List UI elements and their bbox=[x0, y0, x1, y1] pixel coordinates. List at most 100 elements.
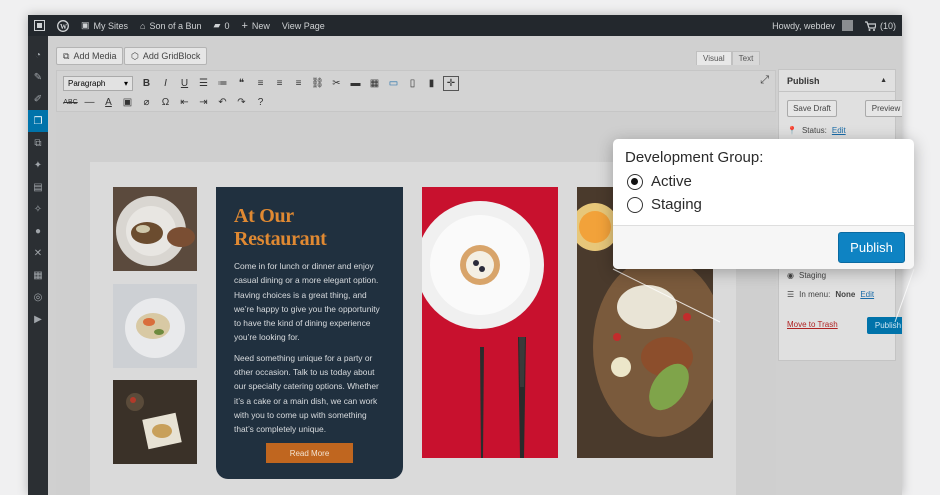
numbered-list-icon[interactable]: ≔ bbox=[213, 78, 232, 89]
forms-icon[interactable]: ▤ bbox=[28, 176, 48, 198]
seo-icon[interactable]: ◎ bbox=[28, 286, 48, 308]
new-content-menu[interactable]: + New bbox=[235, 15, 275, 36]
add-media-label: Add Media bbox=[73, 51, 117, 61]
popup-footer: Publish bbox=[613, 225, 914, 269]
read-more-button[interactable]: Read More bbox=[266, 443, 353, 463]
site-switch-button[interactable] bbox=[28, 15, 51, 36]
bold-icon[interactable]: B bbox=[137, 78, 156, 89]
radio-icon[interactable] bbox=[627, 173, 643, 190]
blockquote-icon[interactable]: ❝ bbox=[232, 78, 251, 89]
horizontal-line-icon[interactable]: — bbox=[80, 97, 99, 108]
move-to-trash-link[interactable]: Move to Trash bbox=[787, 320, 838, 329]
admin-sidebar: ◔ ✎ ✐ ❐ ⧉ ✦ ▤ ✧ ● ✕ ▦ ◎ ▶ bbox=[28, 36, 48, 495]
option-active[interactable]: Active bbox=[627, 173, 692, 190]
status-edit-link[interactable]: Edit bbox=[832, 126, 846, 135]
plus-icon: + bbox=[241, 19, 248, 32]
text-color-icon[interactable]: A bbox=[99, 97, 118, 108]
dessert-photo bbox=[422, 187, 558, 458]
clear-formatting-icon[interactable]: ⌀ bbox=[137, 97, 156, 108]
my-sites-label: My Sites bbox=[93, 20, 129, 31]
move-icon[interactable]: ✛ bbox=[443, 75, 459, 91]
site-name-menu[interactable]: ⌂ Son of a Bun bbox=[134, 15, 207, 36]
status-label: Status: bbox=[801, 126, 827, 135]
gridblock-icon[interactable]: ⧉ bbox=[28, 132, 48, 154]
redo-icon[interactable]: ↷ bbox=[232, 97, 251, 108]
add-gridblock-label: Add GridBlock bbox=[142, 51, 201, 61]
tab-text[interactable]: Text bbox=[731, 51, 761, 65]
option-staging[interactable]: Staging bbox=[627, 196, 702, 213]
save-draft-button[interactable]: Save Draft bbox=[787, 100, 837, 117]
cart-menu[interactable]: (10) bbox=[859, 15, 902, 36]
link-icon[interactable]: ⛓ bbox=[308, 78, 327, 89]
wordpress-logo-button[interactable]: W bbox=[51, 15, 75, 36]
in-menu-label: In menu: bbox=[799, 290, 831, 299]
radio-icon[interactable] bbox=[627, 196, 643, 213]
users-icon[interactable]: ● bbox=[28, 220, 48, 242]
desktop-icon[interactable]: ▭ bbox=[384, 78, 403, 89]
help-icon[interactable]: ? bbox=[251, 97, 270, 108]
strikethrough-icon[interactable]: ABC bbox=[61, 99, 80, 106]
comments-menu[interactable]: ▰ 0 bbox=[208, 15, 236, 36]
toolbar-toggle-icon[interactable]: ▦ bbox=[365, 78, 384, 89]
settings-icon[interactable]: ▦ bbox=[28, 264, 48, 286]
indent-icon[interactable]: ⇥ bbox=[194, 97, 213, 108]
comments-count: 0 bbox=[224, 20, 230, 31]
food-photo-3 bbox=[113, 380, 197, 464]
preview-button[interactable]: Preview bbox=[865, 100, 902, 117]
popup-publish-button[interactable]: Publish bbox=[838, 232, 905, 263]
tools-icon[interactable]: ✕ bbox=[28, 242, 48, 264]
new-label: New bbox=[251, 20, 270, 31]
restaurant-card: At Our Restaurant Come in for lunch or d… bbox=[216, 187, 403, 479]
admin-bar: W ▣ My Sites ⌂ Son of a Bun ▰ 0 + New Vi… bbox=[28, 15, 902, 36]
dashboard-icon[interactable]: ◔ bbox=[28, 44, 48, 66]
bullet-list-icon[interactable]: ☰ bbox=[194, 78, 213, 89]
customize-icon[interactable]: ✎ bbox=[28, 66, 48, 88]
publish-panel-header[interactable]: Publish ▲ bbox=[779, 70, 895, 92]
site-name-label: Son of a Bun bbox=[149, 20, 202, 31]
popup-title: Development Group: bbox=[625, 149, 764, 166]
format-select[interactable]: Paragraph ▾ bbox=[63, 75, 133, 91]
dashboard-switch-icon bbox=[34, 20, 45, 31]
account-menu[interactable]: Howdy, webdev bbox=[766, 15, 859, 36]
format-select-value: Paragraph bbox=[68, 78, 106, 88]
comment-icon: ▰ bbox=[213, 20, 221, 30]
food-photo-2 bbox=[113, 284, 197, 368]
omega-icon[interactable]: Ω bbox=[156, 97, 175, 108]
pages-icon[interactable]: ❐ bbox=[28, 110, 48, 132]
editor-toolbar: Paragraph ▾ B I U ☰ ≔ ❝ ≡ ≡ ≡ ⛓ ✂ ▬ ▦ ▭ … bbox=[56, 70, 776, 112]
align-left-icon[interactable]: ≡ bbox=[251, 78, 270, 89]
align-center-icon[interactable]: ≡ bbox=[270, 78, 289, 89]
pin-icon[interactable]: ✦ bbox=[28, 154, 48, 176]
paste-text-icon[interactable]: ▣ bbox=[118, 97, 137, 108]
howdy-label: Howdy, webdev bbox=[772, 20, 835, 31]
phone-icon[interactable]: ▮ bbox=[422, 78, 441, 89]
appearance-icon[interactable]: ✐ bbox=[28, 88, 48, 110]
avatar bbox=[841, 20, 853, 31]
pin-status-icon: 📍 bbox=[787, 126, 797, 135]
cart-icon bbox=[864, 20, 876, 31]
italic-icon[interactable]: I bbox=[156, 78, 175, 89]
option-staging-label: Staging bbox=[651, 196, 702, 213]
read-more-tag-icon[interactable]: ▬ bbox=[346, 78, 365, 89]
cart-count: (10) bbox=[879, 20, 896, 31]
home-icon: ⌂ bbox=[140, 20, 146, 31]
staging-label: Staging bbox=[798, 271, 827, 280]
view-page-link[interactable]: View Page bbox=[276, 15, 331, 36]
restaurant-paragraph-2: Need something unique for a party or oth… bbox=[234, 352, 379, 435]
in-menu-edit-link[interactable]: Edit bbox=[860, 290, 874, 299]
plugins-icon[interactable]: ✧ bbox=[28, 198, 48, 220]
staging-radio-icon[interactable]: ◉ bbox=[787, 271, 794, 280]
undo-icon[interactable]: ↶ bbox=[213, 97, 232, 108]
unlink-icon[interactable]: ✂ bbox=[327, 78, 346, 89]
add-media-button[interactable]: ⧉ Add Media bbox=[56, 47, 124, 65]
publish-panel-button[interactable]: Publish bbox=[867, 317, 902, 334]
my-sites-menu[interactable]: ▣ My Sites bbox=[75, 15, 134, 36]
align-right-icon[interactable]: ≡ bbox=[289, 78, 308, 89]
tablet-icon[interactable]: ▯ bbox=[403, 78, 422, 89]
expand-icon[interactable]: ⤢ bbox=[760, 74, 769, 87]
underline-icon[interactable]: U bbox=[175, 78, 194, 89]
outdent-icon[interactable]: ⇤ bbox=[175, 97, 194, 108]
add-gridblock-button[interactable]: ⬡ Add GridBlock bbox=[124, 47, 208, 65]
tab-visual[interactable]: Visual bbox=[696, 51, 732, 65]
collapse-icon[interactable]: ▶ bbox=[28, 308, 48, 330]
